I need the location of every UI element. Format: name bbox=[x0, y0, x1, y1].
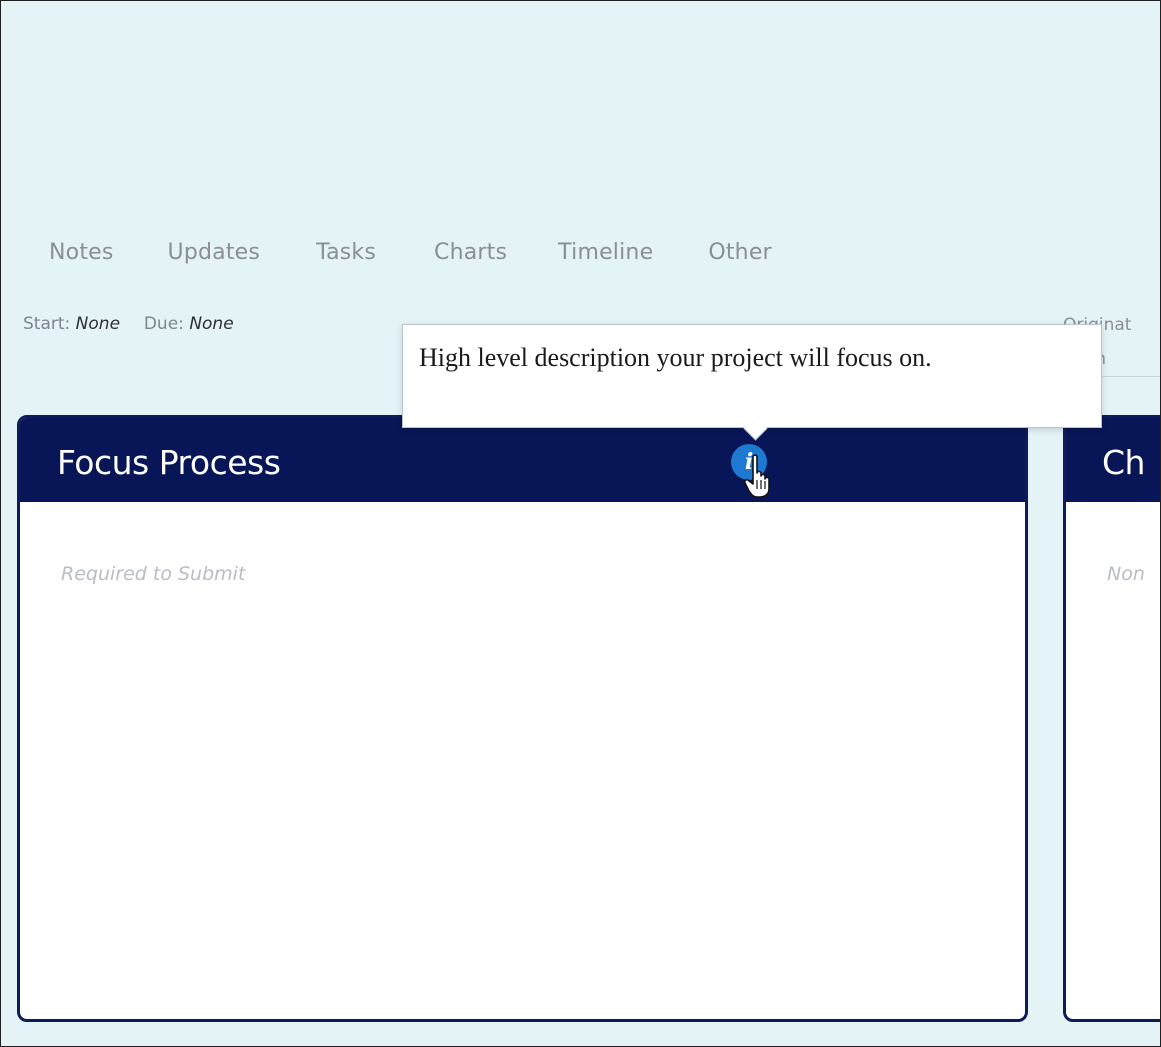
tab-timeline[interactable]: Timeline bbox=[558, 240, 653, 265]
second-card: Ch Non bbox=[1063, 415, 1160, 1022]
app-frame: Notes Updates Tasks Charts Timeline Othe… bbox=[0, 0, 1161, 1047]
tab-notes[interactable]: Notes bbox=[49, 240, 114, 265]
due-label: Due: bbox=[143, 314, 184, 334]
tab-updates[interactable]: Updates bbox=[168, 240, 261, 265]
card-header: Ch bbox=[1066, 418, 1160, 502]
focus-process-placeholder[interactable]: Required to Submit bbox=[61, 563, 245, 585]
due-value: None bbox=[189, 314, 234, 334]
card-title: Ch bbox=[1102, 443, 1145, 482]
second-card-placeholder[interactable]: Non bbox=[1107, 563, 1145, 585]
date-summary: Start: None Due: None bbox=[23, 314, 234, 334]
tab-charts[interactable]: Charts bbox=[434, 240, 507, 265]
card-header: Focus Process i bbox=[20, 418, 1025, 502]
tooltip-text: High level description your project will… bbox=[419, 343, 932, 372]
hand-pointer-icon bbox=[744, 454, 770, 498]
start-value: None bbox=[75, 314, 121, 334]
card-title: Focus Process bbox=[57, 443, 281, 482]
start-label: Start: bbox=[23, 314, 71, 334]
tab-tasks[interactable]: Tasks bbox=[316, 240, 376, 265]
tab-bar: Notes Updates Tasks Charts Timeline Othe… bbox=[49, 240, 772, 265]
tab-other[interactable]: Other bbox=[708, 240, 771, 265]
info-tooltip: High level description your project will… bbox=[402, 324, 1102, 441]
focus-process-card: Focus Process i Required to Submit bbox=[17, 415, 1028, 1022]
